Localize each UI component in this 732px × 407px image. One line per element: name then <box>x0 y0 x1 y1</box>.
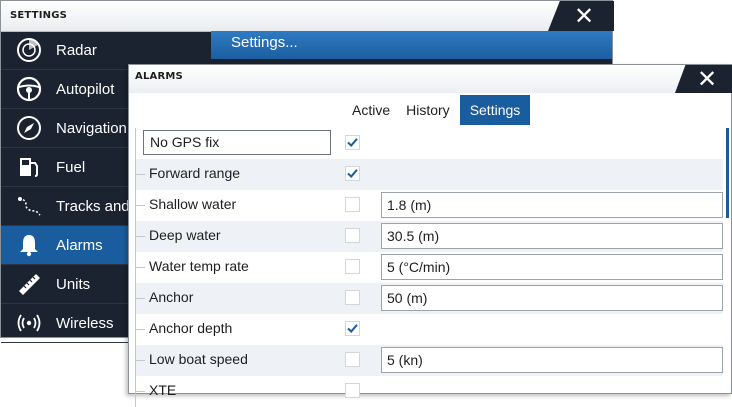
alarm-row-forward-range[interactable]: Forward range <box>135 159 723 190</box>
alarm-row-no-gps-fix[interactable]: No GPS fix <box>135 128 723 159</box>
alarm-enable-checkbox[interactable] <box>345 166 360 181</box>
alarm-label: Forward range <box>149 165 241 181</box>
alarm-enable-checkbox[interactable] <box>345 321 360 336</box>
tab-settings[interactable]: Settings <box>459 95 531 125</box>
tab-active[interactable]: Active <box>344 95 398 125</box>
alarm-label: Deep water <box>149 227 221 243</box>
sidebar-item-label: Navigation <box>56 119 127 137</box>
alarm-value-field[interactable]: 30.5 (m) <box>381 223 723 249</box>
sidebar-item-label: Alarms <box>56 236 103 254</box>
alarm-row-deep-water[interactable]: Deep water 30.5 (m) <box>135 221 723 252</box>
tab-history[interactable]: History <box>398 95 458 125</box>
alarm-label: XTE <box>149 382 177 398</box>
wireless-icon <box>15 309 43 337</box>
tree-line <box>135 128 136 159</box>
radar-icon <box>15 36 43 64</box>
checkmark-icon <box>347 138 358 147</box>
alarm-label: Low boat speed <box>149 351 248 367</box>
settings-titlebar: SETTINGS <box>1 1 612 32</box>
tree-tick <box>135 174 145 175</box>
sidebar-item-label: Units <box>56 275 91 293</box>
alarms-title: ALARMS <box>135 71 183 82</box>
tree-tick <box>135 236 145 237</box>
alarm-row-xte[interactable]: XTE <box>135 376 723 407</box>
alarm-value-field[interactable]: 5 (°C/min) <box>381 254 723 280</box>
alarm-label: No GPS fix <box>143 130 331 155</box>
alarm-enable-checkbox[interactable] <box>345 352 360 367</box>
checkmark-icon <box>347 324 358 333</box>
alarm-value-field[interactable]: 1.8 (m) <box>381 192 723 218</box>
checkmark-icon <box>347 169 358 178</box>
alarm-enable-checkbox[interactable] <box>345 135 360 150</box>
alarm-enable-checkbox[interactable] <box>345 290 360 305</box>
alarm-row-low-boat-speed[interactable]: Low boat speed 5 (kn) <box>135 345 723 376</box>
alarm-label: Shallow water <box>149 196 237 212</box>
alarm-enable-checkbox[interactable] <box>345 228 360 243</box>
alarm-row-anchor[interactable]: Anchor 50 (m) <box>135 283 723 314</box>
bell-icon <box>15 231 43 259</box>
settings-content-header: Settings... <box>211 31 612 59</box>
alarm-label: Anchor depth <box>149 320 233 336</box>
settings-title: SETTINGS <box>10 10 68 21</box>
steering-wheel-icon <box>15 75 43 103</box>
fuel-pump-icon <box>15 153 43 181</box>
list-scrollbar[interactable] <box>726 128 729 218</box>
alarm-row-shallow-water[interactable]: Shallow water 1.8 (m) <box>135 190 723 221</box>
alarms-tabs: Active History Settings <box>344 95 531 125</box>
tree-tick <box>135 360 145 361</box>
alarm-label: Water temp rate <box>149 258 249 274</box>
alarm-label: Anchor <box>149 289 194 305</box>
sidebar-item-label: Radar <box>56 41 97 59</box>
alarm-row-anchor-depth[interactable]: Anchor depth <box>135 314 723 345</box>
alarm-enable-checkbox[interactable] <box>345 259 360 274</box>
alarm-enable-checkbox[interactable] <box>345 197 360 212</box>
settings-content-label: Settings... <box>231 34 298 51</box>
tracks-icon <box>15 192 43 220</box>
compass-icon <box>15 114 43 142</box>
tree-tick <box>135 298 145 299</box>
sidebar-item-label: Wireless <box>56 314 114 332</box>
alarms-titlebar: ALARMS <box>129 65 731 93</box>
alarm-value-field[interactable]: 5 (kn) <box>381 347 723 373</box>
ruler-icon <box>15 270 43 298</box>
sidebar-item-label: Fuel <box>56 158 86 176</box>
alarm-value-field[interactable]: 50 (m) <box>381 285 723 311</box>
alarm-enable-checkbox[interactable] <box>345 383 360 398</box>
tree-tick <box>135 205 145 206</box>
tree-tick <box>135 267 145 268</box>
tree-tick <box>135 391 145 392</box>
alarm-row-water-temp-rate[interactable]: Water temp rate 5 (°C/min) <box>135 252 723 283</box>
tree-tick <box>135 329 145 330</box>
sidebar-item-label: Autopilot <box>56 80 115 98</box>
alarms-window: ALARMS ✕ Active History Settings No GPS … <box>128 64 732 407</box>
